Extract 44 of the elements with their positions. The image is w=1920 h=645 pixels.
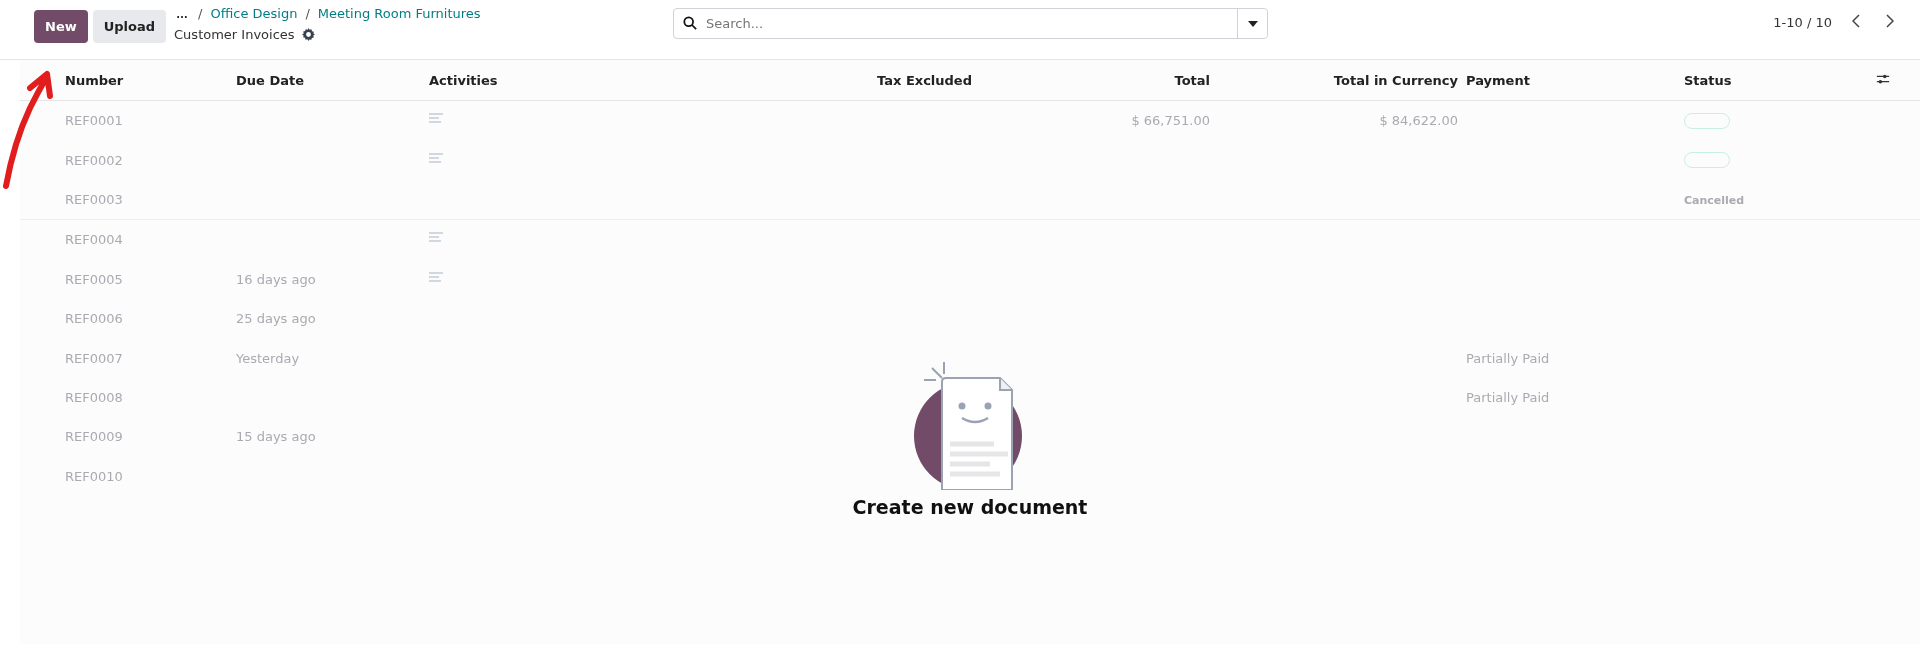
number-cell: REF0007 bbox=[65, 350, 123, 366]
chevron-right-icon bbox=[1886, 14, 1894, 28]
search-icon bbox=[683, 16, 697, 30]
column-header[interactable]: Payment bbox=[1462, 60, 1680, 101]
column-header[interactable]: Total bbox=[976, 60, 1214, 101]
breadcrumb-link[interactable]: Office Design bbox=[210, 6, 298, 21]
empty-state-title: Create new document bbox=[852, 496, 1088, 518]
due-date-cell: 16 days ago bbox=[236, 271, 316, 287]
currency-total-cell: $ 84,622.00 bbox=[1379, 113, 1458, 129]
payment-cell: Partially Paid bbox=[1466, 389, 1550, 405]
breadcrumb-separator: / bbox=[198, 6, 203, 21]
column-header[interactable]: Status bbox=[1680, 60, 1872, 101]
column-header[interactable]: Number bbox=[20, 60, 232, 101]
number-cell: REF0001 bbox=[65, 113, 123, 129]
number-cell: REF0004 bbox=[65, 232, 123, 248]
column-header[interactable]: Due Date bbox=[232, 60, 425, 101]
search-dropdown-toggle[interactable] bbox=[1237, 9, 1267, 38]
pager-value[interactable]: 1-10 / 10 bbox=[1773, 15, 1832, 30]
payment-cell: Partially Paid bbox=[1466, 350, 1550, 366]
page-title: Customer Invoices bbox=[174, 27, 295, 42]
number-cell: REF0005 bbox=[65, 271, 123, 287]
number-cell: REF0003 bbox=[65, 191, 123, 207]
column-header[interactable]: Total in Currency bbox=[1214, 60, 1462, 101]
breadcrumb-link[interactable]: Meeting Room Furnitures bbox=[317, 6, 481, 21]
number-cell: REF0002 bbox=[65, 152, 123, 168]
due-date-cell: Yesterday bbox=[236, 350, 300, 366]
column-header[interactable]: Activities bbox=[425, 60, 778, 101]
chevron-left-icon bbox=[1852, 14, 1860, 28]
search-field[interactable]: Search... bbox=[673, 8, 1268, 39]
due-date-cell: 25 days ago bbox=[236, 311, 316, 327]
number-cell: REF0009 bbox=[65, 429, 123, 445]
number-cell: REF0006 bbox=[65, 311, 123, 327]
breadcrumb-more[interactable]: … bbox=[174, 6, 191, 21]
column-header[interactable]: Tax Excluded bbox=[778, 60, 976, 101]
due-date-cell: 15 days ago bbox=[236, 429, 316, 445]
upload-button[interactable]: Upload bbox=[92, 10, 167, 43]
breadcrumb-separator: / bbox=[305, 6, 310, 21]
number-cell: REF0010 bbox=[65, 468, 123, 484]
settings-icon[interactable] bbox=[301, 28, 315, 41]
new-button[interactable]: New bbox=[34, 10, 88, 43]
caret-icon bbox=[1247, 20, 1258, 27]
number-cell: REF0008 bbox=[65, 389, 123, 405]
total-cell: $ 66,751.00 bbox=[1131, 113, 1210, 129]
status-cell: Cancelled bbox=[1684, 193, 1745, 207]
